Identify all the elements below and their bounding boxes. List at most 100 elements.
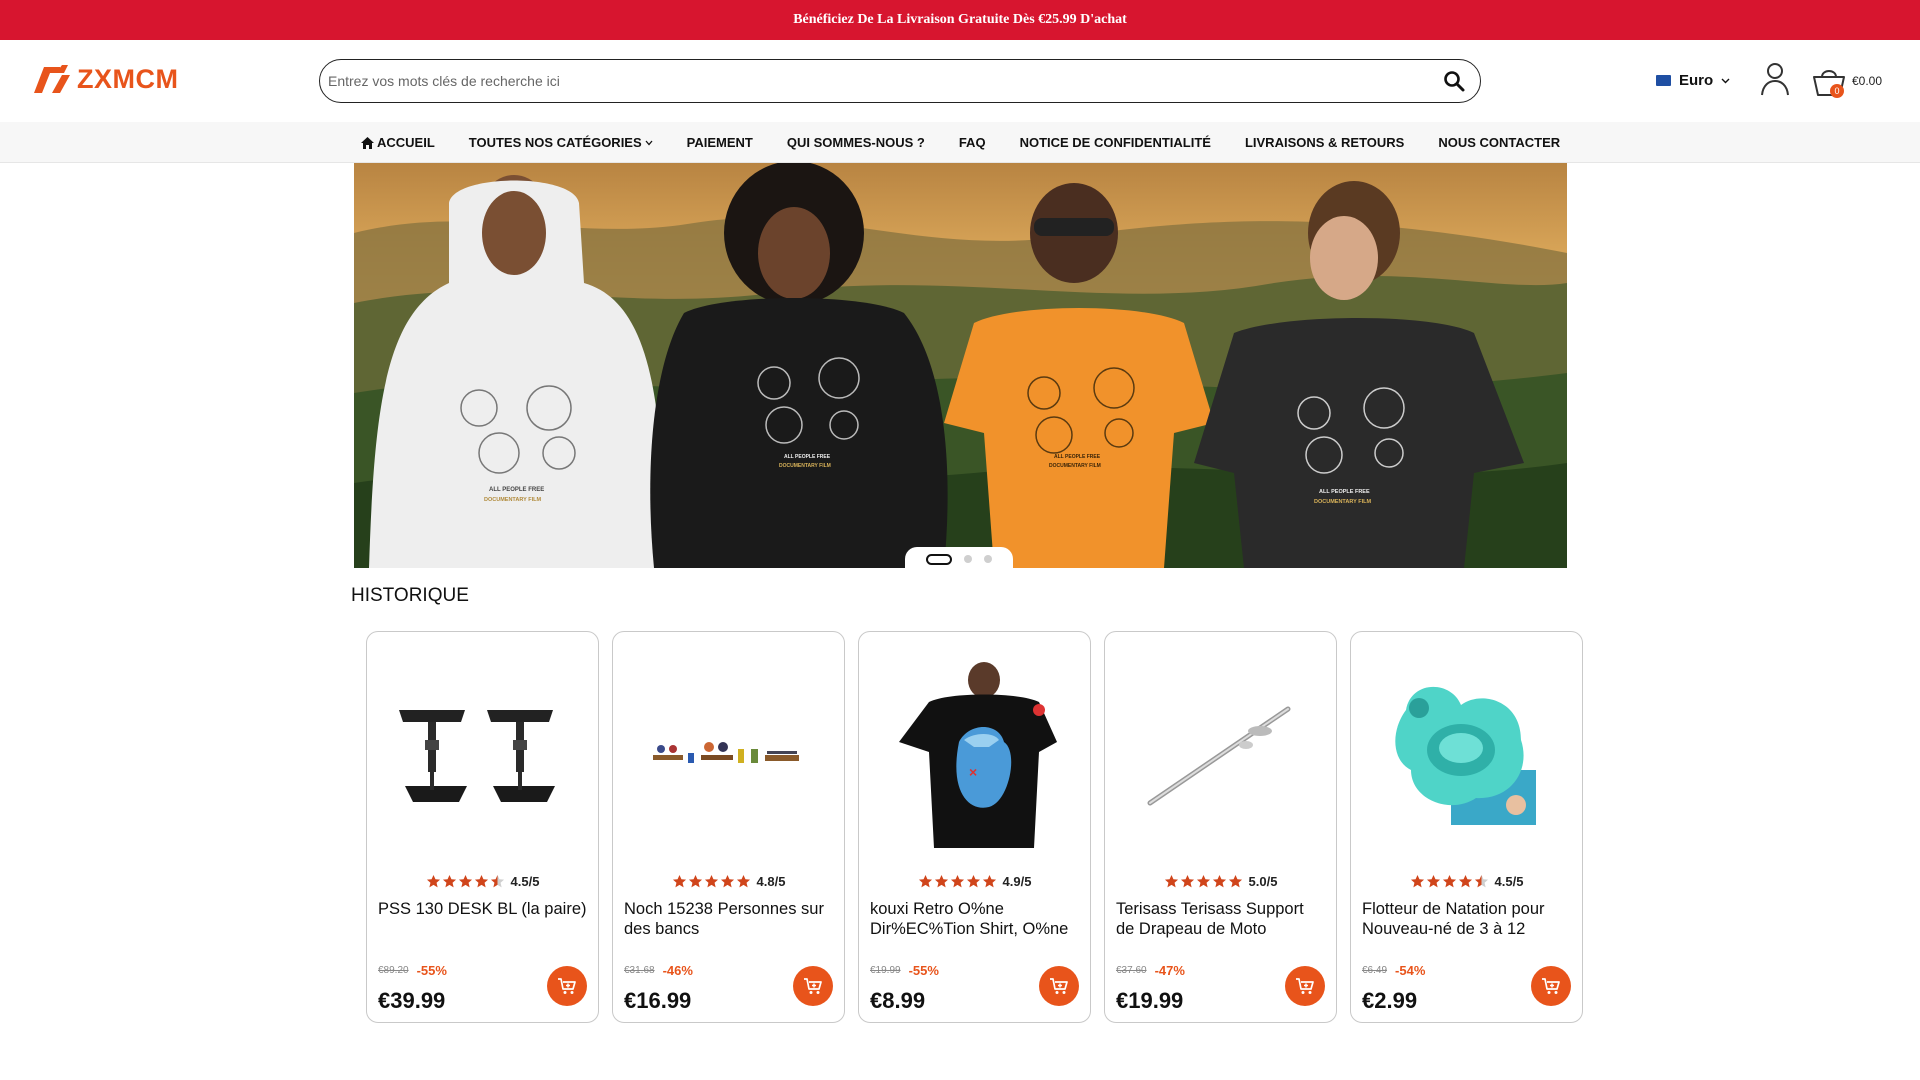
rating-text: 5.0/5 [1248,874,1278,889]
discount-badge: -55% [908,963,939,978]
nav-item-contact[interactable]: NOUS CONTACTER [1438,135,1560,150]
discount-badge: -46% [662,963,693,978]
nav-item-about[interactable]: QUI SOMMES-NOUS ? [787,135,925,150]
product-card[interactable]: × 4.9/5 kouxi Retro O%ne Dir%EC%Tion Shi… [858,631,1091,1023]
logo[interactable]: ZXMCM [30,62,178,96]
promo-text: Bénéficiez De La Livraison Gratuite Dès … [793,12,1127,27]
price-meta: €31.68 -46% [624,963,693,978]
nav-label: NOTICE DE CONFIDENTIALITÉ [1019,135,1211,150]
hero-print-title-4: ALL PEOPLE FREE [1319,489,1370,495]
product-price: €19.99 [1116,988,1184,1013]
cart-add-icon [1050,978,1068,994]
nav-item-shipping[interactable]: LIVRAISONS & RETOURS [1245,135,1404,150]
product-title[interactable]: Noch 15238 Personnes sur des bancs [624,899,834,939]
nav-item-faq[interactable]: FAQ [959,135,986,150]
hero-print-subtitle-1: DOCUMENTARY FILM [484,497,541,503]
cart-add-icon [1296,978,1314,994]
product-title[interactable]: PSS 130 DESK BL (la paire) [378,899,588,919]
price-meta: €89.20 -55% [378,963,447,978]
add-to-cart-button[interactable] [793,966,833,1006]
nav-label: PAIEMENT [686,135,753,150]
star-rating-icon [918,874,997,889]
product-rating: 4.5/5 [1351,874,1582,889]
tshirt-image: × [889,662,1059,848]
speaker-stands-image [399,710,555,802]
product-card[interactable]: 4.5/5 PSS 130 DESK BL (la paire) €89.20 … [366,631,599,1023]
product-price: €2.99 [1362,988,1418,1013]
product-card[interactable]: 4.8/5 Noch 15238 Personnes sur des bancs… [612,631,845,1023]
add-to-cart-button[interactable] [1285,966,1325,1006]
svg-text:×: × [969,764,977,780]
old-price: €19.99 [870,965,901,976]
product-rating: 4.5/5 [367,874,598,889]
nav-label: ACCUEIL [377,135,435,150]
product-rating: 5.0/5 [1105,874,1336,889]
price-meta: €37.60 -47% [1116,963,1185,978]
nav-label: QUI SOMMES-NOUS ? [786,135,925,150]
product-title[interactable]: Terisass Terisass Support de Drapeau de … [1116,899,1326,939]
nav-item-privacy[interactable]: NOTICE DE CONFIDENTIALITÉ [1020,135,1211,150]
rating-text: 4.9/5 [1002,874,1032,889]
carousel-pager [905,547,1013,571]
currency-label: Euro [1679,72,1714,89]
star-rating-icon [426,874,505,889]
product-title[interactable]: Flotteur de Natation pour Nouveau-né de … [1362,899,1572,939]
nav-item-accueil[interactable]: ACCUEIL [361,135,435,150]
carousel-dot-2[interactable] [964,555,972,563]
add-to-cart-button[interactable] [547,966,587,1006]
product-image: × [879,660,1069,850]
product-card[interactable]: 5.0/5 Terisass Terisass Support de Drape… [1104,631,1337,1023]
product-title[interactable]: kouxi Retro O%ne Dir%EC%Tion Shirt, O%ne [870,899,1080,939]
cart-add-icon [804,978,822,994]
product-card[interactable]: 4.5/5 Flotteur de Natation pour Nouveau-… [1350,631,1583,1023]
hero-print-title-3: ALL PEOPLE FREE [1054,454,1101,460]
rating-text: 4.5/5 [510,874,540,889]
swim-float-image [1391,680,1541,830]
hero-print-title-2: ALL PEOPLE FREE [784,454,831,460]
product-rating: 4.8/5 [613,874,844,889]
main-nav: ACCUEIL TOUTES NOS CATÉGORIES PAIEMENT Q… [0,122,1920,163]
promo-bar: Bénéficiez De La Livraison Gratuite Dès … [0,0,1920,40]
discount-badge: -54% [1395,963,1426,978]
old-price: €89.20 [378,965,409,976]
product-image [387,660,577,850]
product-image [1371,660,1561,850]
eu-flag-icon [1656,75,1671,86]
product-image [633,660,823,850]
add-to-cart-button[interactable] [1531,966,1571,1006]
carousel-dot-1[interactable] [926,553,952,565]
search-bar [319,59,1481,103]
nav-item-paiement[interactable]: PAIEMENT [687,135,753,150]
old-price: €31.68 [624,965,655,976]
currency-selector[interactable]: Euro [1656,72,1730,89]
product-image [1125,660,1315,850]
site-header: ZXMCM Euro 0 €0.00 [0,40,1920,122]
cart-total: €0.00 [1852,74,1883,88]
logo-text: ZXMCM [77,63,179,94]
search-input[interactable] [328,62,1428,100]
figurines-image [653,742,799,763]
carousel-dot-3[interactable] [984,555,992,563]
hero-print-title-1: ALL PEOPLE FREE [489,487,544,493]
discount-badge: -55% [416,963,447,978]
flag-pole-image [1147,706,1291,806]
hero-print-subtitle-3: DOCUMENTARY FILM [1049,463,1101,469]
account-icon[interactable] [1760,62,1790,96]
product-rating: 4.9/5 [859,874,1090,889]
product-price: €16.99 [624,988,692,1013]
product-grid: 4.5/5 PSS 130 DESK BL (la paire) €89.20 … [366,631,1583,1023]
search-icon[interactable] [1442,69,1466,93]
rating-text: 4.5/5 [1494,874,1524,889]
hero-banner[interactable]: ALL PEOPLE FREE DOCUMENTARY FILM ALL PEO… [354,163,1567,568]
price-meta: €19.99 -55% [870,963,939,978]
nav-label: TOUTES NOS CATÉGORIES [468,135,642,150]
chevron-down-icon [1721,78,1730,83]
hero-print-subtitle-2: DOCUMENTARY FILM [779,463,831,469]
price-meta: €6.49 -54% [1362,963,1425,978]
hero-print-subtitle-4: DOCUMENTARY FILM [1314,499,1371,505]
nav-item-categories[interactable]: TOUTES NOS CATÉGORIES [469,135,653,150]
add-to-cart-button[interactable] [1039,966,1079,1006]
section-title: HISTORIQUE [351,585,469,606]
old-price: €37.60 [1116,965,1147,976]
rating-text: 4.8/5 [756,874,786,889]
